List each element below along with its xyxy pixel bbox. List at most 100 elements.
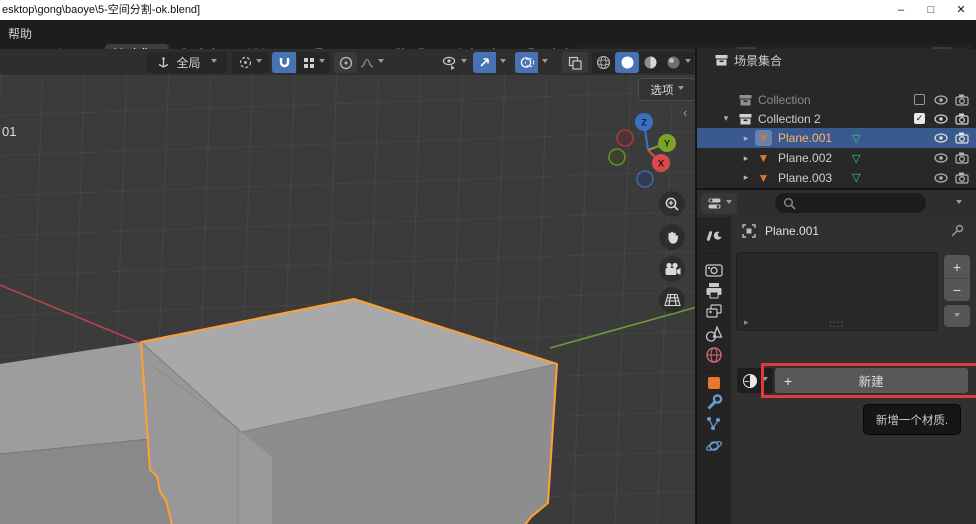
breadcrumb-object-name[interactable]: Plane.001 <box>765 224 819 238</box>
maximize-button[interactable]: □ <box>916 0 946 20</box>
hide-eye-icon[interactable] <box>934 133 948 143</box>
viewport-corner-text: 01 <box>2 124 16 139</box>
expand-icon[interactable]: ▾ <box>721 113 731 124</box>
camera-visibility-icon[interactable] <box>955 172 970 184</box>
shading-material-button[interactable] <box>639 55 662 70</box>
hide-eye-icon[interactable] <box>934 173 948 183</box>
transform-orientation-dropdown[interactable]: 全局 <box>147 52 227 73</box>
tab-physics[interactable] <box>705 437 723 455</box>
hand-icon <box>665 229 680 245</box>
scene-canvas <box>0 75 695 524</box>
menu-help[interactable]: 帮助 <box>2 20 38 48</box>
chevron-down-icon <box>542 59 548 66</box>
collection-checkbox[interactable]: ✓ <box>914 113 925 124</box>
tab-object[interactable] <box>705 374 723 392</box>
material-slot-list[interactable]: ▸ :::: <box>736 252 938 331</box>
proportional-editing-toggle[interactable] <box>334 52 357 73</box>
shading-wireframe-button[interactable] <box>592 55 615 70</box>
list-expand-icon[interactable]: ▸ <box>744 317 749 328</box>
gizmos-toggle[interactable] <box>473 52 496 73</box>
region-divider-vertical[interactable] <box>695 49 697 524</box>
minimize-button[interactable]: – <box>886 0 916 20</box>
outliner-row-collection-2[interactable]: ▾ Collection 2 ✓ <box>697 109 976 128</box>
3d-viewport[interactable]: 01 ‹ Z Y X <box>0 75 695 524</box>
perspective-toggle-button[interactable] <box>659 287 685 313</box>
list-grip-handle[interactable]: :::: <box>829 319 844 330</box>
camera-visibility-icon[interactable] <box>955 94 970 106</box>
shading-rendered-button[interactable] <box>662 55 684 70</box>
movie-camera-icon <box>664 262 681 276</box>
overlays-dropdown[interactable] <box>538 52 552 73</box>
selected-box <box>141 299 557 524</box>
properties-editor-type-dropdown[interactable] <box>701 193 737 214</box>
gizmos-dropdown[interactable] <box>496 52 510 73</box>
hide-eye-icon[interactable] <box>934 95 948 105</box>
tab-view-layer[interactable] <box>705 303 723 321</box>
region-divider-horizontal[interactable] <box>697 188 976 190</box>
options-label: 选项 <box>651 82 674 98</box>
properties-options-dropdown[interactable] <box>945 193 972 214</box>
camera-visibility-icon[interactable] <box>955 132 970 144</box>
mesh-object-icon: ▼ <box>758 172 770 184</box>
collapse-icon[interactable]: ▸ <box>741 133 751 144</box>
chevron-down-icon <box>685 59 691 66</box>
close-button[interactable]: ✕ <box>946 0 976 20</box>
remove-slot-button[interactable]: − <box>944 279 970 301</box>
axis-neg-z-ball <box>637 171 653 187</box>
material-sphere-icon <box>742 373 758 389</box>
collapse-icon[interactable]: ▸ <box>741 172 751 183</box>
chevron-down-icon <box>256 59 262 66</box>
outliner-row-plane-001[interactable]: ▸ ▼ Plane.001 ▽ <box>697 128 976 148</box>
hide-eye-icon[interactable] <box>934 153 948 163</box>
options-dropdown[interactable]: 选项 <box>638 78 696 101</box>
mesh-data-icon: ▽ <box>852 171 860 184</box>
tab-render[interactable] <box>705 261 723 279</box>
chevron-down-icon <box>500 59 506 66</box>
object-icon <box>741 223 757 239</box>
outliner-row-collection[interactable]: Collection <box>697 90 976 109</box>
snap-target-dropdown[interactable] <box>297 52 330 73</box>
properties-icon <box>707 196 722 211</box>
collection-checkbox[interactable] <box>914 94 925 105</box>
rendered-sphere-icon <box>666 55 681 70</box>
properties-editor: Plane.001 ▸ :::: + − + 新建 <box>697 190 976 524</box>
solid-sphere-icon <box>620 55 635 70</box>
camera-visibility-icon[interactable] <box>955 152 970 164</box>
tooltip: 新增一个材质. <box>863 404 961 435</box>
properties-search-input[interactable] <box>775 193 926 213</box>
search-icon <box>783 197 796 210</box>
overlays-icon <box>520 56 534 69</box>
pan-button[interactable] <box>659 224 685 250</box>
tab-tool[interactable] <box>705 229 723 247</box>
hide-eye-icon[interactable] <box>934 114 948 124</box>
topbar: 帮助 Layout Modeling Sculpting UV Editing … <box>0 20 976 50</box>
camera-visibility-icon[interactable] <box>955 113 970 125</box>
add-slot-button[interactable]: + <box>944 255 970 279</box>
tab-output[interactable] <box>705 282 723 300</box>
collection-icon <box>739 113 752 125</box>
falloff-curve-icon <box>360 57 374 69</box>
tab-world[interactable] <box>705 346 723 364</box>
outliner-row-plane-003[interactable]: ▸ ▼ Plane.003 ▽ <box>697 168 976 187</box>
overlays-toggle[interactable] <box>515 52 538 73</box>
zoom-button[interactable] <box>659 191 685 217</box>
xray-toggle[interactable] <box>562 52 588 73</box>
navigation-gizmo[interactable]: Z Y X <box>598 100 690 196</box>
outliner-row-scene-collection[interactable]: 场景集合 <box>697 51 976 69</box>
chevron-down-icon <box>378 59 384 66</box>
red-annotation-box <box>761 363 976 398</box>
snap-toggle[interactable] <box>272 52 296 73</box>
pivot-point-dropdown[interactable] <box>232 52 269 73</box>
shading-solid-button[interactable] <box>615 52 639 73</box>
pin-icon[interactable] <box>950 223 965 238</box>
axes-icon <box>157 56 170 69</box>
show-visibility-dropdown[interactable] <box>437 52 471 73</box>
slot-specials-dropdown[interactable] <box>944 305 970 327</box>
proportional-falloff-dropdown[interactable] <box>358 52 385 73</box>
tab-scene[interactable] <box>705 325 723 343</box>
tab-modifiers[interactable] <box>705 394 723 412</box>
camera-view-button[interactable] <box>659 256 685 282</box>
outliner-row-plane-002[interactable]: ▸ ▼ Plane.002 ▽ <box>697 148 976 168</box>
tab-particles[interactable] <box>705 415 723 433</box>
collapse-icon[interactable]: ▸ <box>741 153 751 164</box>
